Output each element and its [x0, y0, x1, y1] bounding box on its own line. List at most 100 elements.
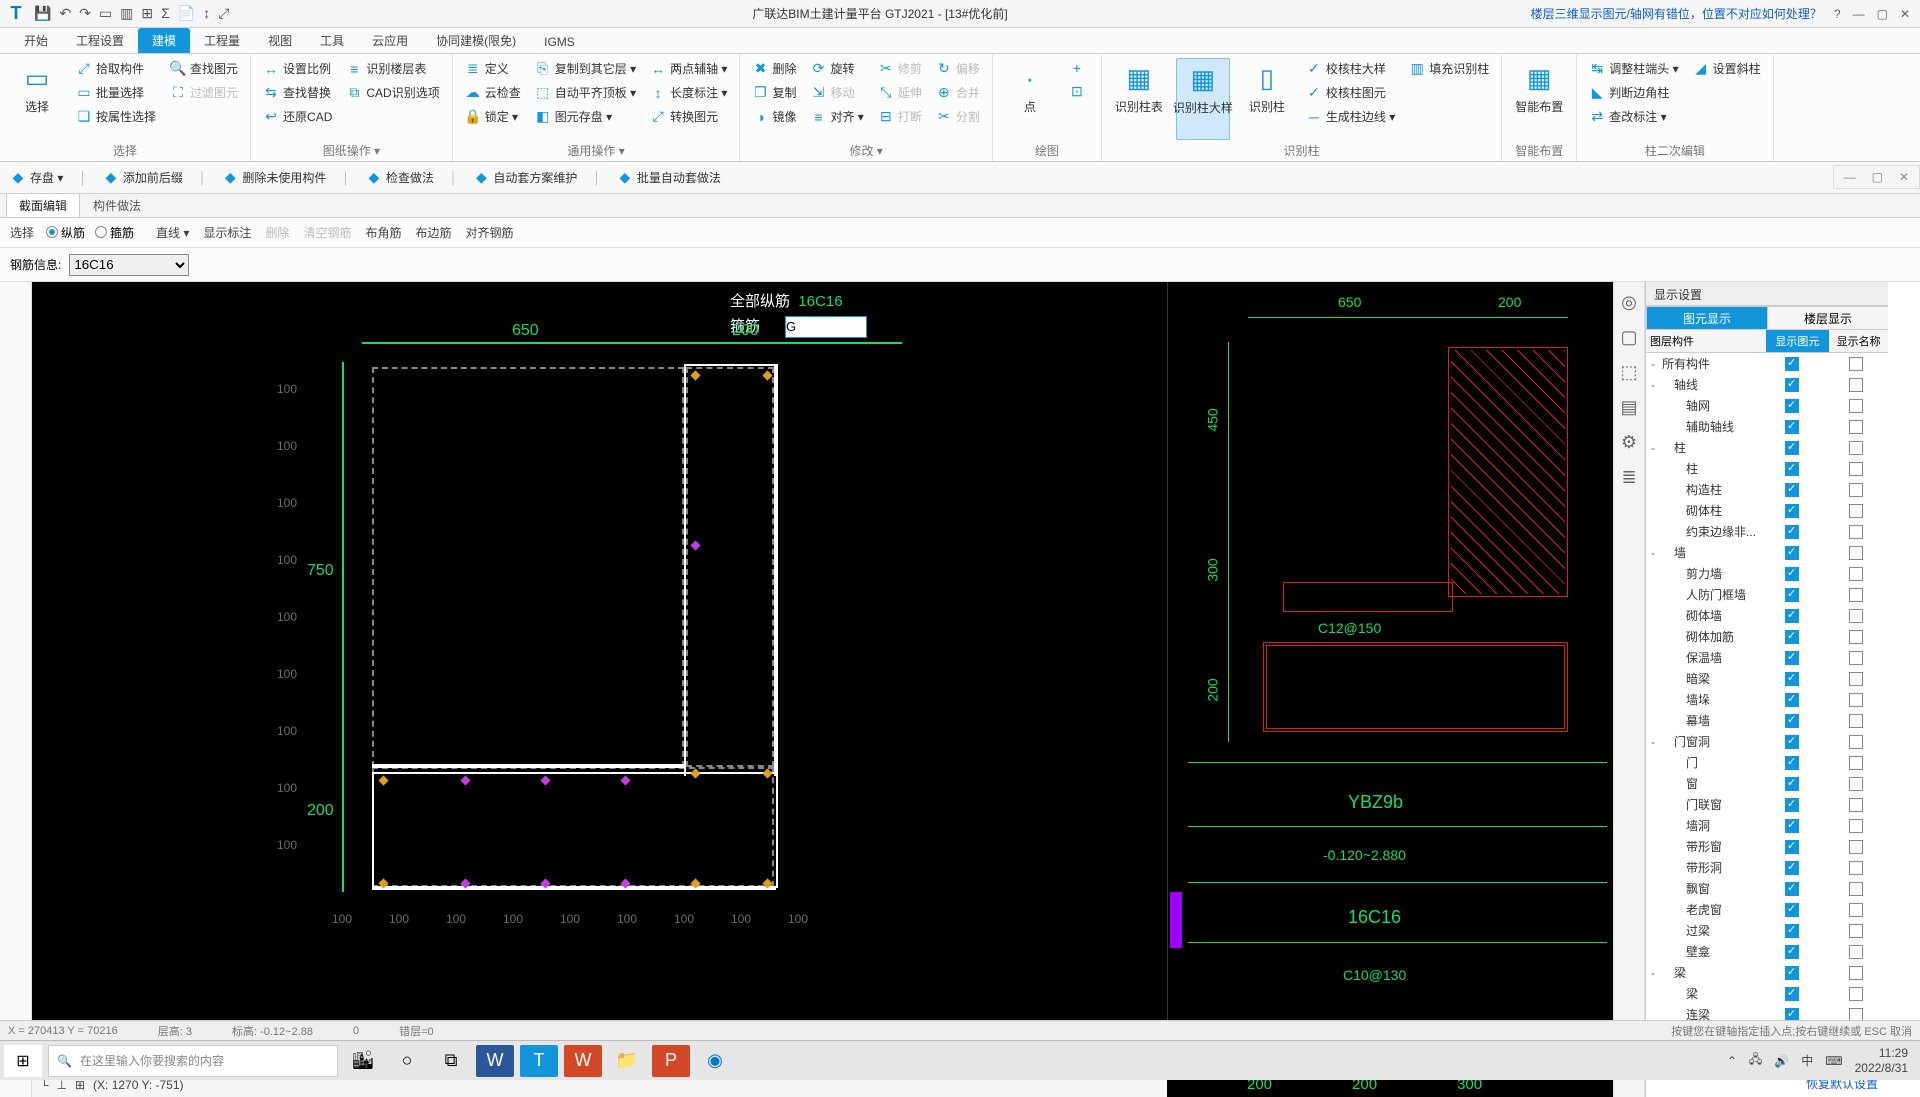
- inner-tab-1[interactable]: 构件做法: [80, 193, 154, 217]
- taskbar-search[interactable]: 🔍 在这里输入你要搜索的内容: [48, 1045, 338, 1077]
- tray-up-icon[interactable]: ⌃: [1727, 1054, 1737, 1068]
- show-name-checkbox[interactable]: [1849, 651, 1863, 665]
- show-name-checkbox[interactable]: [1849, 819, 1863, 833]
- qat-icon[interactable]: 📄: [178, 5, 195, 22]
- tree-row[interactable]: 剪力墙: [1646, 563, 1888, 584]
- ribbon-延伸[interactable]: ⤡延伸: [876, 82, 924, 103]
- show-name-checkbox[interactable]: [1849, 882, 1863, 896]
- tree-row[interactable]: 砌体加筋: [1646, 626, 1888, 647]
- tree-row[interactable]: 辅助轴线: [1646, 416, 1888, 437]
- tree-row[interactable]: 保温墙: [1646, 647, 1888, 668]
- show-element-checkbox[interactable]: [1785, 945, 1799, 959]
- tab-4[interactable]: 视图: [254, 28, 306, 53]
- ribbon-两点辅轴 ▾[interactable]: ↔两点辅轴 ▾: [648, 58, 729, 79]
- show-name-checkbox[interactable]: [1849, 861, 1863, 875]
- tree-row[interactable]: 墙垛: [1646, 689, 1888, 710]
- maximize-icon[interactable]: ▢: [1877, 7, 1888, 21]
- qat-save-icon[interactable]: 💾: [34, 5, 51, 22]
- ribbon-复制[interactable]: ❐复制: [750, 82, 798, 103]
- show-element-checkbox[interactable]: [1785, 840, 1799, 854]
- ribbon-校核柱大样[interactable]: ✓校核柱大样: [1304, 58, 1397, 79]
- show-element-checkbox[interactable]: [1785, 546, 1799, 560]
- task-icon[interactable]: 🏙: [344, 1045, 382, 1077]
- editbtn-6[interactable]: 对齐钢筋: [465, 226, 513, 240]
- show-element-checkbox[interactable]: [1785, 987, 1799, 1001]
- ribbon-生成柱边线 ▾[interactable]: ─生成柱边线 ▾: [1304, 106, 1397, 127]
- show-name-checkbox[interactable]: [1849, 525, 1863, 539]
- qat-icon[interactable]: ⊞: [141, 5, 153, 22]
- ribbon-合并[interactable]: ⊕合并: [934, 82, 982, 103]
- show-name-checkbox[interactable]: [1849, 777, 1863, 791]
- tree-row[interactable]: 门联窗: [1646, 794, 1888, 815]
- ribbon-智能布置[interactable]: ▦智能布置: [1512, 58, 1566, 140]
- box-icon[interactable]: ▢: [1620, 327, 1637, 348]
- show-name-checkbox[interactable]: [1849, 735, 1863, 749]
- show-name-checkbox[interactable]: [1849, 378, 1863, 392]
- minimize-icon[interactable]: —: [1853, 7, 1865, 21]
- expand-icon[interactable]: -: [1646, 735, 1660, 749]
- tree-row[interactable]: 人防门框墙: [1646, 584, 1888, 605]
- tab-5[interactable]: 工具: [306, 28, 358, 53]
- tray-vol-icon[interactable]: 🔊: [1774, 1054, 1789, 1068]
- close-icon[interactable]: ✕: [1900, 7, 1910, 21]
- ribbon-识别柱[interactable]: ▯识别柱: [1240, 58, 1294, 140]
- tree-row[interactable]: 柱: [1646, 458, 1888, 479]
- show-element-checkbox[interactable]: [1785, 735, 1799, 749]
- tab-6[interactable]: 云应用: [358, 28, 422, 53]
- show-name-checkbox[interactable]: [1849, 672, 1863, 686]
- settings-tab-1[interactable]: 楼层显示: [1767, 306, 1888, 330]
- ribbon-过滤图元[interactable]: ⛶过滤图元: [168, 82, 240, 103]
- tab-3[interactable]: 工程量: [190, 28, 254, 53]
- tree-row[interactable]: -墙: [1646, 542, 1888, 563]
- show-element-checkbox[interactable]: [1785, 420, 1799, 434]
- tree-row[interactable]: 壁龛: [1646, 941, 1888, 962]
- ribbon-打断[interactable]: ⊟打断: [876, 106, 924, 127]
- ribbon-锁定 ▾[interactable]: 🔒锁定 ▾: [463, 106, 523, 127]
- show-element-checkbox[interactable]: [1785, 651, 1799, 665]
- ribbon-修剪[interactable]: ✂修剪: [876, 58, 924, 79]
- layers-icon[interactable]: ▤: [1620, 397, 1637, 418]
- tree-row[interactable]: 砌体墙: [1646, 605, 1888, 626]
- ribbon-复制到其它层 ▾[interactable]: ⎘复制到其它层 ▾: [533, 58, 638, 79]
- qat-icon[interactable]: ▥: [120, 5, 133, 22]
- tree-row[interactable]: 门: [1646, 752, 1888, 773]
- ribbon-还原CAD[interactable]: ↩还原CAD: [261, 106, 334, 127]
- show-name-checkbox[interactable]: [1849, 924, 1863, 938]
- panel-close-icon[interactable]: ✕: [1899, 170, 1909, 184]
- show-name-checkbox[interactable]: [1849, 630, 1863, 644]
- start-button[interactable]: ⊞: [4, 1045, 42, 1077]
- qat-icon[interactable]: ⤢: [218, 5, 229, 22]
- tree-row[interactable]: 构造柱: [1646, 479, 1888, 500]
- tree-row[interactable]: 幕墙: [1646, 710, 1888, 731]
- radio-h[interactable]: 箍筋: [95, 224, 134, 241]
- show-element-checkbox[interactable]: [1785, 399, 1799, 413]
- ribbon-CAD识别选项[interactable]: ⧉CAD识别选项: [344, 82, 441, 103]
- show-element-checkbox[interactable]: [1785, 567, 1799, 581]
- tree-row[interactable]: 老虎窗: [1646, 899, 1888, 920]
- tab-1[interactable]: 工程设置: [62, 28, 138, 53]
- show-element-checkbox[interactable]: [1785, 882, 1799, 896]
- show-name-checkbox[interactable]: [1849, 420, 1863, 434]
- tree-row[interactable]: 轴网: [1646, 395, 1888, 416]
- ppt-icon[interactable]: P: [652, 1045, 690, 1077]
- help-question-link[interactable]: 楼层三维显示图元/轴网有错位，位置不对应如何处理？: [1531, 5, 1822, 22]
- section-canvas[interactable]: 全部纵筋 16C16 箍筋 650 200 750 200: [32, 282, 1167, 1071]
- tab-8[interactable]: IGMS: [530, 31, 589, 53]
- tab-7[interactable]: 协同建模(限免): [422, 28, 530, 53]
- editbtn-3[interactable]: 清空钢筋: [303, 226, 351, 240]
- ribbon-识别柱大样[interactable]: ▦识别柱大样: [1176, 58, 1230, 140]
- cortana-icon[interactable]: ○: [388, 1045, 426, 1077]
- ribbon-云检查[interactable]: ☁云检查: [463, 82, 523, 103]
- plan-canvas[interactable]: 650 200 450 300 200 C12@150 YBZ9b -0.120…: [1167, 282, 1613, 1071]
- show-name-checkbox[interactable]: [1849, 903, 1863, 917]
- show-element-checkbox[interactable]: [1785, 798, 1799, 812]
- ribbon-定义[interactable]: ≣定义: [463, 58, 523, 79]
- ribbon-调整柱端头 ▾[interactable]: ↹调整柱端头 ▾: [1587, 58, 1680, 79]
- secbar-3[interactable]: ◆ 检查做法: [364, 167, 436, 188]
- tray-ime2-icon[interactable]: ⌨: [1825, 1054, 1842, 1068]
- show-element-checkbox[interactable]: [1785, 924, 1799, 938]
- taskview-icon[interactable]: ⧉: [432, 1045, 470, 1077]
- show-name-checkbox[interactable]: [1849, 567, 1863, 581]
- inner-tab-0[interactable]: 截面编辑: [6, 193, 80, 217]
- show-name-checkbox[interactable]: [1849, 399, 1863, 413]
